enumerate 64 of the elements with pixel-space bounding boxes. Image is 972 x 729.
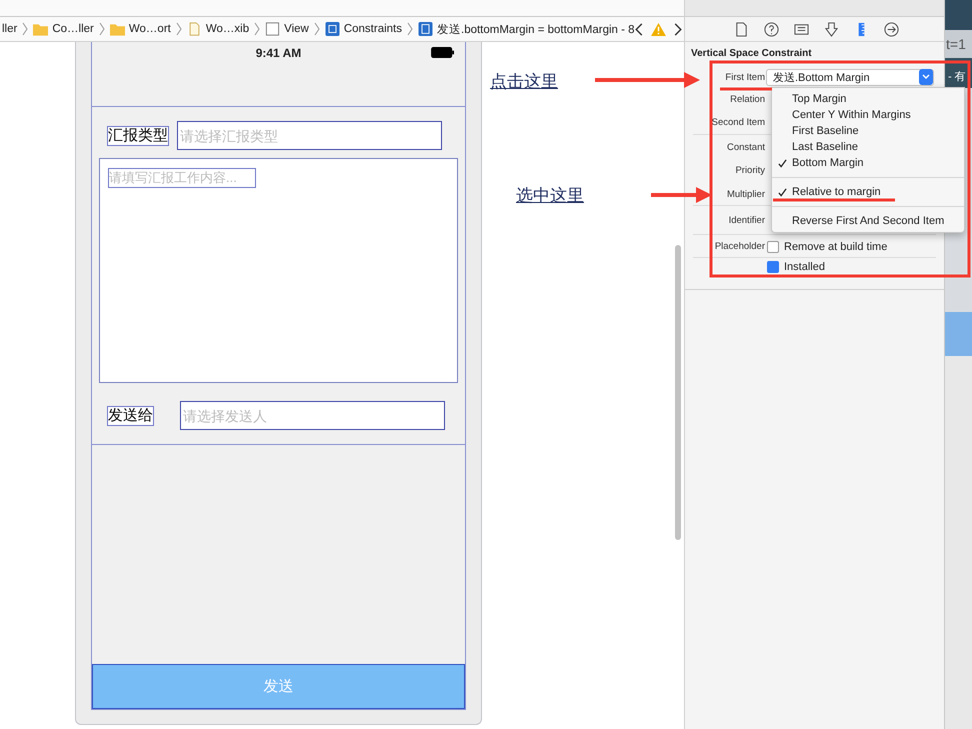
field-label: Priority xyxy=(734,165,766,176)
scroll-bar[interactable] xyxy=(675,245,681,540)
folder-icon xyxy=(110,22,125,36)
file-icon[interactable] xyxy=(734,22,749,36)
help-icon[interactable] xyxy=(764,22,779,36)
folder-icon xyxy=(33,22,48,36)
breadcrumb-item[interactable]: ller xyxy=(2,23,18,35)
input-field[interactable]: 请选择发送人 xyxy=(180,401,445,430)
chevron-icon xyxy=(176,22,182,36)
constraint-icon xyxy=(418,22,433,36)
placeholder-label: 请填写汇报工作内容... xyxy=(108,168,256,188)
check-icon xyxy=(778,188,786,196)
status-time: 9:41 AM xyxy=(256,46,302,60)
square-icon xyxy=(265,22,280,36)
chevron-icon xyxy=(254,22,260,36)
menu-item[interactable]: Relative to margin xyxy=(772,184,964,200)
check-icon xyxy=(778,158,786,168)
checkbox[interactable] xyxy=(767,261,779,273)
arrow-circle-icon[interactable] xyxy=(884,22,899,36)
battery-icon xyxy=(431,47,455,58)
annotation-link[interactable]: 点击这里 xyxy=(490,70,558,93)
annotation-arrow xyxy=(651,187,712,203)
side-text: - 有 xyxy=(948,70,966,84)
field-label: Constant xyxy=(726,142,766,152)
field-label: 发送给 xyxy=(107,406,154,426)
field-label: First Item xyxy=(724,72,766,82)
card-icon[interactable] xyxy=(794,22,809,36)
checkbox-label: Remove at build time xyxy=(784,240,888,252)
menu-item[interactable]: Bottom Margin xyxy=(772,155,964,171)
shield-icon[interactable] xyxy=(824,22,839,36)
input-field[interactable]: 请选择汇报类型 xyxy=(177,121,442,150)
breadcrumb-item[interactable]: View xyxy=(265,22,309,36)
chevron-icon xyxy=(98,22,105,36)
dropdown-icon xyxy=(919,69,933,85)
chevron-icon xyxy=(407,22,413,36)
breadcrumb-item[interactable]: Constraints xyxy=(324,22,402,36)
menu-item[interactable]: Top Margin xyxy=(772,91,964,107)
field-label: Placeholder xyxy=(714,241,766,252)
menu-item[interactable]: First Baseline xyxy=(772,123,964,139)
menu-item[interactable]: Reverse First And Second Item xyxy=(772,213,964,229)
back-icon[interactable] xyxy=(634,22,643,36)
breadcrumb-item[interactable]: 发送.bottomMargin = bottomMargin - 8 xyxy=(418,22,635,36)
breadcrumb-item[interactable]: Wo…ort xyxy=(110,22,171,36)
breadcrumb-item[interactable]: Co…ller xyxy=(33,22,94,36)
menu-item[interactable]: Center Y Within Margins xyxy=(772,107,964,123)
side-text: t=1 xyxy=(946,36,966,52)
forward-icon[interactable] xyxy=(674,22,682,36)
menu-item[interactable]: Last Baseline xyxy=(772,139,964,155)
grid-icon xyxy=(324,22,340,36)
file-icon xyxy=(186,22,202,36)
underline-mark xyxy=(720,88,772,90)
annotation-link[interactable]: 选中这里 xyxy=(516,184,584,207)
checkbox[interactable] xyxy=(767,240,779,252)
field-label: 汇报类型 xyxy=(107,126,169,146)
field-label: Identifier xyxy=(728,215,766,226)
breadcrumb-item[interactable]: Wo…xib xyxy=(186,22,250,36)
field-label: Second Item xyxy=(710,117,766,128)
inspector-title: Vertical Space Constraint xyxy=(691,47,813,61)
checkbox-label: Installed xyxy=(784,261,825,273)
chevron-icon xyxy=(314,22,320,36)
chevron-icon xyxy=(22,22,28,36)
field-label: Relation xyxy=(729,94,766,104)
field-label: Multiplier xyxy=(726,188,766,200)
popup-button[interactable]: 发送.Bottom Margin xyxy=(766,68,934,86)
